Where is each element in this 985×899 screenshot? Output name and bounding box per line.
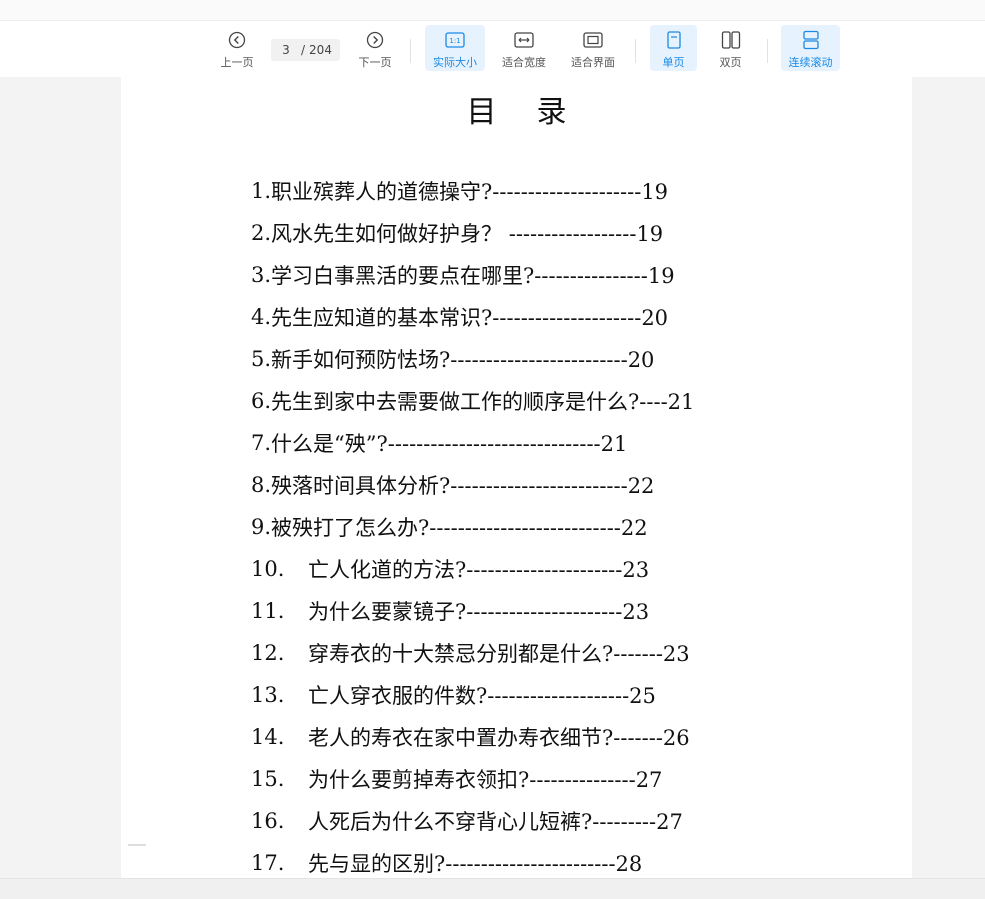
- fit-page-icon: [582, 29, 604, 51]
- toc-entry-number: 5.: [251, 347, 272, 371]
- toc-entry-text: 被殃打了怎么办?---------------------------22: [271, 516, 648, 540]
- next-page-button[interactable]: 下一页: [353, 25, 397, 71]
- fit-width-icon: [513, 29, 535, 51]
- double-page-button[interactable]: 双页: [707, 25, 754, 71]
- double-page-icon: [720, 29, 742, 51]
- single-page-button[interactable]: 单页: [650, 25, 697, 71]
- toc-entry[interactable]: 9. 被殃打了怎么办?---------------------------22: [251, 512, 648, 542]
- toc-entry-number: 13.: [251, 683, 285, 707]
- toc-entry-number: 16.: [251, 809, 285, 833]
- window-top-strip: [0, 0, 985, 21]
- double-page-label: 双页: [719, 56, 742, 69]
- toc-entry-text: 先生到家中去需要做工作的顺序是什么?----21: [271, 390, 695, 414]
- toolbar-divider: [410, 39, 411, 63]
- toolbar-divider: [635, 39, 636, 63]
- actual-size-icon: 1:1: [444, 29, 466, 51]
- single-page-label: 单页: [662, 56, 685, 69]
- toc-entry-number: 1.: [251, 179, 272, 203]
- next-page-label: 下一页: [358, 56, 392, 69]
- actual-size-icon-text: 1:1: [449, 37, 460, 45]
- toc-entry-text: 为什么要蒙镜子?----------------------23: [308, 600, 650, 624]
- page-separator: /: [301, 43, 306, 57]
- actual-size-label: 实际大小: [433, 56, 477, 69]
- fit-width-button[interactable]: 适合宽度: [496, 25, 552, 71]
- viewer-toolbar: 上一页 3 / 204 下一页 1:1 实际大小 适合宽度 适合界面 单页 双页…: [0, 21, 985, 77]
- fit-page-button[interactable]: 适合界面: [565, 25, 621, 71]
- toc-entry-text: 新手如何预防怯场?-------------------------20: [271, 348, 655, 372]
- toc-entry-text: 先与显的区别?------------------------28: [308, 852, 643, 876]
- toc-entry[interactable]: 12. 穿寿衣的十大禁忌分别都是什么?-------23: [251, 638, 690, 668]
- toc-entry-text: 人死后为什么不穿背心儿短裤?---------27: [308, 810, 683, 834]
- toc-entry-number: 8.: [251, 473, 272, 497]
- toc-entry-number: 2.: [251, 221, 272, 245]
- toc-entry-number: 11.: [251, 599, 285, 623]
- toc-entry-number: 12.: [251, 641, 285, 665]
- toc-entry[interactable]: 1. 职业殡葬人的道德操守?---------------------19: [251, 176, 668, 206]
- toc-entry-text: 职业殡葬人的道德操守?---------------------19: [271, 180, 669, 204]
- continuous-scroll-label: 连续滚动: [788, 56, 833, 69]
- prev-page-button[interactable]: 上一页: [215, 25, 259, 71]
- document-viewer[interactable]: 目录 1. 职业殡葬人的道德操守?---------------------19 2…: [0, 77, 985, 878]
- toc-entry[interactable]: 17. 先与显的区别?------------------------28: [251, 848, 642, 878]
- toc-entry[interactable]: 11. 为什么要蒙镜子?----------------------23: [251, 596, 649, 626]
- toc-entry-text: 风水先生如何做好护身？ ------------------19: [271, 222, 664, 246]
- toc-entry-number: 7.: [251, 431, 272, 455]
- toc-entry[interactable]: 13. 亡人穿衣服的件数?--------------------25: [251, 680, 656, 710]
- toc-entry-text: 亡人化道的方法?----------------------23: [308, 558, 650, 582]
- toc-entry[interactable]: 10. 亡人化道的方法?----------------------23: [251, 554, 649, 584]
- toc-entry-number: 9.: [251, 515, 272, 539]
- toc-entry-number: 14.: [251, 725, 285, 749]
- toc-entry-text: 穿寿衣的十大禁忌分别都是什么?-------23: [308, 642, 690, 666]
- continuous-scroll-button[interactable]: 连续滚动: [781, 25, 840, 71]
- toc-entry[interactable]: 2. 风水先生如何做好护身？ ------------------19: [251, 218, 663, 248]
- toc-entry[interactable]: 3. 学习白事黑活的要点在哪里?----------------19: [251, 260, 675, 290]
- toc-entry-number: 17.: [251, 851, 285, 875]
- current-page-input[interactable]: 3: [271, 43, 301, 57]
- toc-entry-number: 15.: [251, 767, 285, 791]
- toc-entry[interactable]: 5. 新手如何预防怯场?-------------------------20: [251, 344, 654, 374]
- page-indicator: 3 / 204: [271, 39, 340, 61]
- continuous-scroll-icon: [800, 29, 822, 51]
- toolbar-divider: [767, 39, 768, 63]
- status-bar: [0, 878, 985, 899]
- toc-entry-text: 亡人穿衣服的件数?--------------------25: [308, 684, 656, 708]
- toc-entry[interactable]: 7. 什么是“殃”?------------------------------2…: [251, 428, 627, 458]
- toc-entry-number: 10.: [251, 557, 285, 581]
- fit-width-label: 适合宽度: [502, 56, 546, 69]
- toc-entry-number: 6.: [251, 389, 272, 413]
- toc-entry[interactable]: 6. 先生到家中去需要做工作的顺序是什么?----21: [251, 386, 694, 416]
- toc-entry[interactable]: 8. 殃落时间具体分析?-------------------------22: [251, 470, 654, 500]
- prev-page-label: 上一页: [220, 56, 254, 69]
- toc-entry-number: 4.: [251, 305, 272, 329]
- toc-entry-text: 殃落时间具体分析?-------------------------22: [271, 474, 655, 498]
- toc-entry-text: 学习白事黑活的要点在哪里?----------------19: [271, 264, 675, 288]
- single-page-icon: [663, 29, 685, 51]
- toc-entry-text: 为什么要剪掉寿衣领扣?---------------27: [308, 768, 663, 792]
- total-pages: 204: [309, 43, 332, 57]
- toc-entry-text: 老人的寿衣在家中置办寿衣细节?-------26: [308, 726, 690, 750]
- page-title: 目录: [466, 95, 607, 130]
- chevron-right-circle-icon: [364, 29, 386, 51]
- scan-artifact: [128, 844, 146, 846]
- toc-entry[interactable]: 4. 先生应知道的基本常识?---------------------20: [251, 302, 668, 332]
- actual-size-button[interactable]: 1:1 实际大小: [425, 25, 485, 71]
- toc-entry[interactable]: 15. 为什么要剪掉寿衣领扣?---------------27: [251, 764, 662, 794]
- toc-entry-number: 3.: [251, 263, 272, 287]
- document-page: 目录 1. 职业殡葬人的道德操守?---------------------19 2…: [121, 77, 912, 878]
- chevron-left-circle-icon: [226, 29, 248, 51]
- fit-page-label: 适合界面: [571, 56, 615, 69]
- toc-entry-text: 先生应知道的基本常识?---------------------20: [271, 306, 669, 330]
- toc-entry[interactable]: 14. 老人的寿衣在家中置办寿衣细节?-------26: [251, 722, 690, 752]
- toc-entry-text: 什么是“殃”?------------------------------21: [271, 432, 628, 456]
- toc-entry[interactable]: 16. 人死后为什么不穿背心儿短裤?---------27: [251, 806, 683, 836]
